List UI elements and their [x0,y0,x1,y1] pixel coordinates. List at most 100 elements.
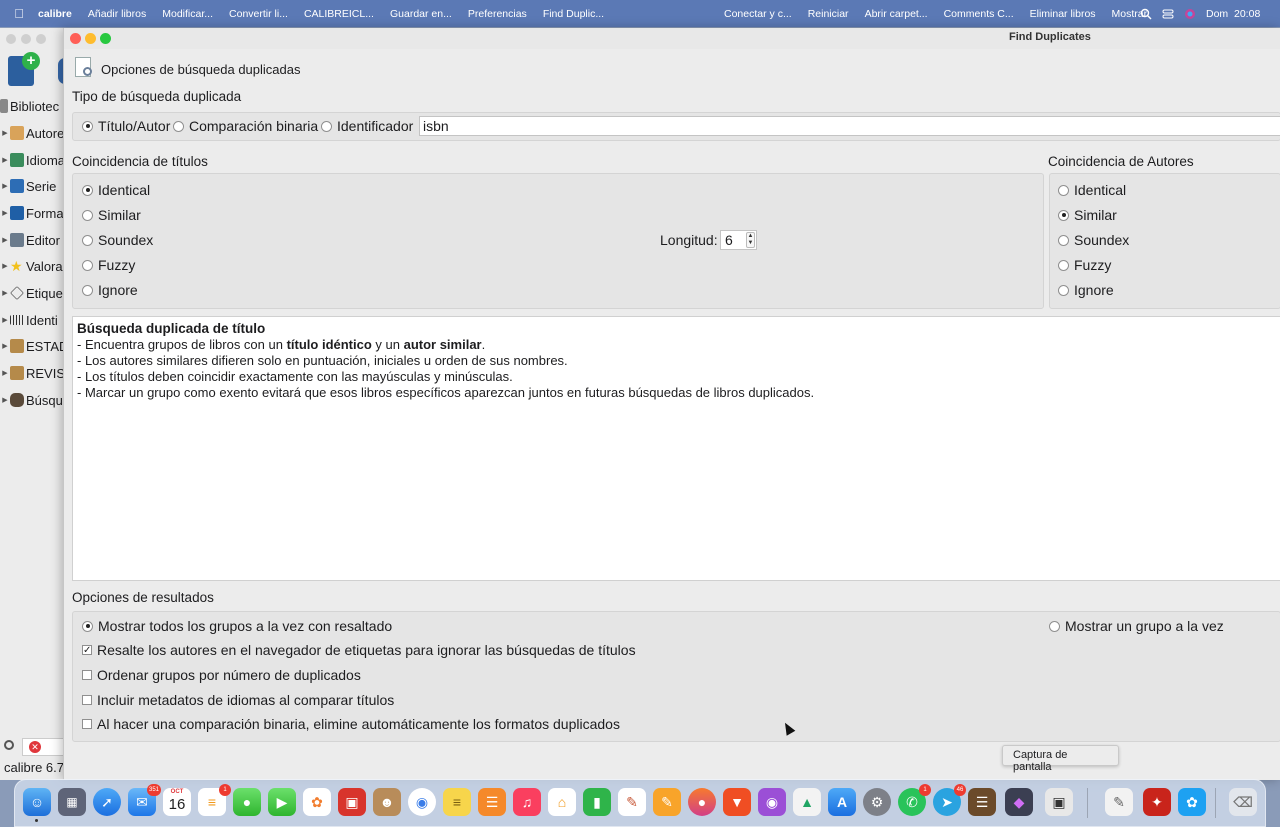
checkbox[interactable] [82,695,92,705]
menu-item-remove-books[interactable]: Eliminar libros [1022,8,1104,20]
clear-icon[interactable]: ✕ [29,741,41,753]
sidebar-item-formats[interactable]: ▶ Forma [0,203,70,223]
checkbox-highlight-authors[interactable]: ✓ Resalte los autores en el navegador de… [82,642,636,658]
zoom-window-button[interactable] [36,34,46,44]
siri-icon[interactable] [1184,8,1196,20]
radio-button[interactable] [1058,259,1069,271]
author-radio-soundex[interactable]: Soundex [1058,232,1129,248]
app-store-icon[interactable]: A [828,788,856,816]
firefox-icon[interactable]: ● [688,788,716,816]
checkbox[interactable] [82,670,92,680]
stepper-arrows-icon[interactable]: ▲ ▼ [746,232,755,248]
sidebar-item-languages[interactable]: ▶ Idioma [0,150,70,170]
safari-icon[interactable]: ➚ [93,788,121,816]
menu-item-connect[interactable]: Conectar y c... [716,8,800,20]
radio-button[interactable] [82,259,93,271]
menu-item-calibreicl[interactable]: CALIBREICL... [296,8,382,20]
mail-icon[interactable]: ✉ 351 [128,784,161,816]
home-icon[interactable]: ⌂ [548,788,576,816]
disclosure-triangle-icon[interactable]: ▶ [0,182,10,190]
radio-title-author[interactable]: Título/Autor [82,118,170,134]
calibre-icon[interactable]: ☰ [968,788,996,816]
facetime-icon[interactable]: ▶ [268,788,296,816]
radio-button[interactable] [82,120,93,132]
radio-show-one-group[interactable]: Mostrar un grupo a la vez [1049,618,1224,634]
radio-button[interactable] [1058,184,1069,196]
pages-icon[interactable]: ✎ [653,788,681,816]
google-drive-icon[interactable]: ▲ [793,788,821,816]
identifier-type-input[interactable]: isbn [419,116,1280,136]
menu-item-preferences[interactable]: Preferencias [460,8,535,20]
clock[interactable]: Dom 20:08 [1206,8,1260,20]
author-radio-ignore[interactable]: Ignore [1058,282,1114,298]
menu-item-comments[interactable]: Comments C... [936,8,1022,20]
checkbox-include-languages[interactable]: Incluir metadatos de idiomas al comparar… [82,692,394,708]
add-books-button[interactable]: + [8,50,42,88]
close-window-button[interactable] [6,34,16,44]
disclosure-triangle-icon[interactable]: ▶ [0,316,10,324]
radio-button[interactable] [82,209,93,221]
calendar-icon[interactable]: OCT 16 [163,788,191,816]
sidebar-item-authors[interactable]: ▶ Autore [0,123,70,143]
title-radio-ignore[interactable]: Ignore [82,282,138,298]
radio-button[interactable] [173,120,184,132]
checkbox[interactable] [82,719,92,729]
menu-item-convert[interactable]: Convertir li... [221,8,296,20]
disclosure-triangle-icon[interactable]: ▶ [0,342,10,350]
sidebar-item-publisher[interactable]: ▶ Editor [0,230,70,250]
checkbox[interactable]: ✓ [82,645,92,656]
menu-app-name[interactable]: calibre [38,8,80,20]
podcasts-icon[interactable]: ◉ [758,788,786,816]
clear-search-field[interactable]: ✕ [22,738,68,756]
preview-icon[interactable]: ✎ [618,788,646,816]
minimize-window-button[interactable] [21,34,31,44]
search-icon[interactable] [1140,8,1152,20]
finder-icon[interactable]: ☺ [23,788,51,816]
messages-icon[interactable]: ● [233,788,261,816]
brave-icon[interactable]: ▼ [723,788,751,816]
radio-show-all-groups[interactable]: Mostrar todos los grupos a la vez con re… [82,618,392,634]
disclosure-triangle-icon[interactable]: ▶ [0,209,10,217]
music-icon[interactable]: ♫ [513,788,541,816]
menu-item-save[interactable]: Guardar en... [382,8,460,20]
close-button[interactable] [70,33,81,44]
shortcuts-icon[interactable]: ◆ [1005,788,1033,816]
system-preferences-icon[interactable]: ⚙ [863,788,891,816]
menu-item-restart[interactable]: Reiniciar [800,8,857,20]
textedit-icon[interactable]: ✎ [1105,788,1133,816]
sidebar-item-estad[interactable]: ▶ ESTAD [0,336,70,356]
launchpad-icon[interactable]: ▦ [58,788,86,816]
author-radio-similar[interactable]: Similar [1058,207,1117,223]
disclosure-triangle-icon[interactable]: ▶ [0,289,10,297]
radio-button[interactable] [1058,284,1069,296]
sidebar-item-revis[interactable]: ▶ REVIS [0,363,70,383]
radio-button[interactable] [1058,234,1069,246]
dialog-title-bar[interactable]: Find Duplicates [64,28,1280,49]
control-center-icon[interactable] [1162,8,1174,20]
gear-icon[interactable] [4,740,14,750]
numbers-icon[interactable]: ▮ [583,788,611,816]
radio-button[interactable] [321,120,332,132]
minimize-button[interactable] [85,33,96,44]
sidebar-item-tags[interactable]: ▶ Etique [0,283,70,303]
sidebar-item-identifiers[interactable]: ▶ Identi [0,310,70,330]
notes-icon[interactable]: ≡ [443,788,471,816]
photos-icon[interactable]: ✿ [303,788,331,816]
checkbox-auto-remove-formats[interactable]: Al hacer una comparación binaria, elimin… [82,716,620,732]
radio-binary-compare[interactable]: Comparación binaria [173,118,318,134]
screenshot-icon[interactable]: ▣ [1045,788,1073,816]
zoom-button[interactable] [100,33,111,44]
apple-icon[interactable]:  [0,6,38,21]
menu-item-open-folder[interactable]: Abrir carpet... [857,8,936,20]
disclosure-triangle-icon[interactable]: ▶ [0,396,10,404]
disclosure-triangle-icon[interactable]: ▶ [0,369,10,377]
contacts-icon[interactable]: ☻ [373,788,401,816]
title-radio-similar[interactable]: Similar [82,207,141,223]
sidebar-item-series[interactable]: ▶ Serie [0,176,70,196]
books-icon[interactable]: ☰ [478,788,506,816]
sidebar-item-rating[interactable]: ▶ ★ Valora [0,256,70,276]
checkbox-sort-by-count[interactable]: Ordenar grupos por número de duplicados [82,667,361,683]
radio-button[interactable] [82,184,93,196]
author-radio-identical[interactable]: Identical [1058,182,1126,198]
menu-item-edit[interactable]: Modificar... [154,8,221,20]
